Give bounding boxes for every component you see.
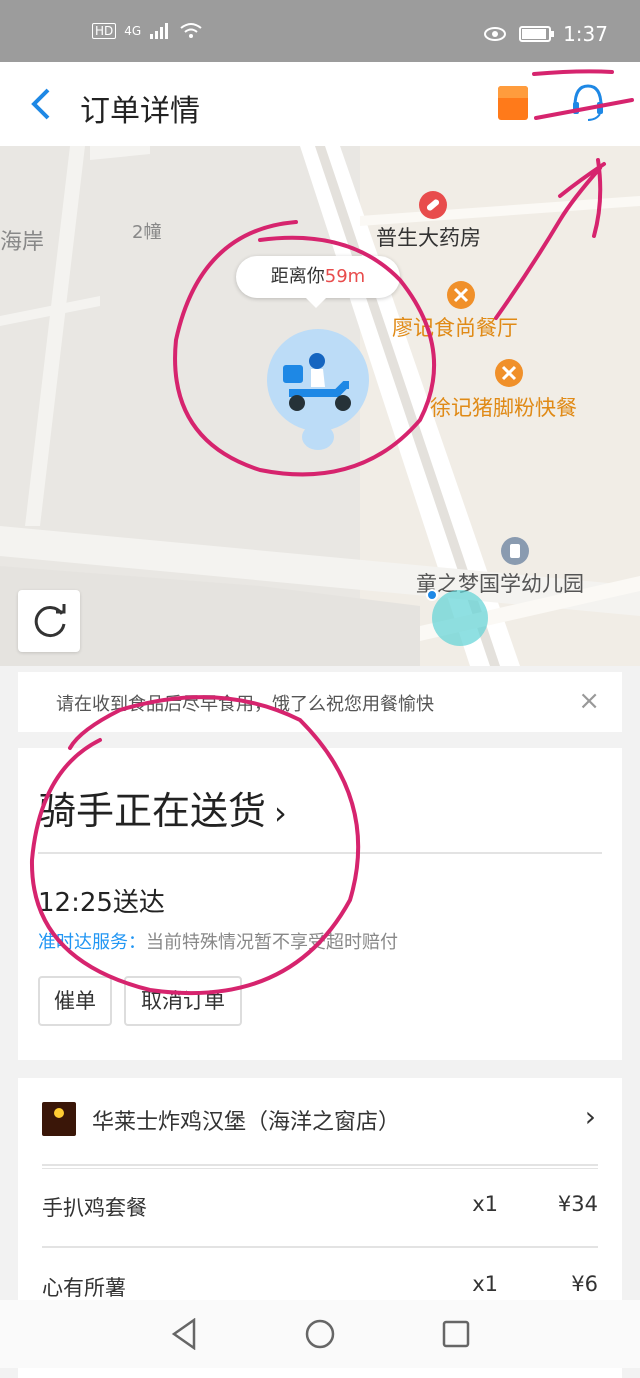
map-label-pharmacy: 普生大药房 [376, 226, 481, 250]
school-icon [501, 537, 529, 565]
item-price: ¥34 [557, 1192, 598, 1216]
clock: 1:37 [563, 22, 608, 46]
chevron-right-icon: › [274, 794, 287, 832]
back-key-icon[interactable] [170, 1318, 198, 1350]
map-label-restaurant-2: 徐记猪脚粉快餐 [430, 396, 577, 420]
item-qty: x1 [472, 1272, 498, 1296]
distance-prefix: 距离你 [270, 266, 325, 287]
ontime-service: 准时达服务：当前特殊情况暂不享受超时赔付 [38, 928, 398, 954]
divider [42, 1168, 598, 1169]
page-title: 订单详情 [80, 94, 200, 129]
notice-banner: 请在收到食品后尽早食用，饿了么祝您用餐愉快 × [18, 672, 622, 732]
divider [38, 852, 602, 854]
notice-text: 请在收到食品后尽早食用，饿了么祝您用餐愉快 [56, 694, 434, 715]
hd-indicator: HD [92, 23, 117, 39]
signal-icon [150, 23, 169, 39]
back-button[interactable] [26, 84, 56, 124]
refresh-button[interactable] [18, 590, 80, 652]
map-label-edge: 海岸 [0, 230, 45, 255]
delivery-status-link[interactable]: 骑手正在送货 › [38, 780, 287, 835]
shop-name: 华莱士炸鸡汉堡（海洋之窗店） [92, 1110, 401, 1135]
divider [42, 1164, 598, 1166]
order-item: 手扒鸡套餐 x1 ¥34 [42, 1192, 598, 1232]
distance-bubble: 距离你59m [236, 256, 400, 308]
system-nav-bar [0, 1300, 640, 1368]
network-type: 4G [124, 24, 142, 38]
red-packet-button[interactable] [498, 86, 528, 120]
eye-icon [484, 27, 507, 41]
item-qty: x1 [472, 1192, 498, 1216]
eta-text: 12:25送达 [38, 888, 165, 918]
urge-order-button[interactable]: 催单 [38, 976, 112, 1026]
destination-marker [432, 590, 488, 646]
refresh-icon [34, 604, 66, 638]
customer-service-button[interactable] [570, 82, 606, 122]
item-price: ¥6 [571, 1272, 598, 1296]
pharmacy-icon [419, 191, 447, 219]
wifi-icon [180, 23, 202, 38]
map-label-kindergarten: 童之梦国学幼儿园 [416, 572, 584, 596]
close-icon[interactable]: × [578, 686, 600, 716]
ontime-text: 当前特殊情况暂不享受超时赔付 [146, 932, 398, 953]
battery-icon [519, 26, 555, 42]
delivery-map[interactable]: 海岸 2幢 普生大药房 廖记食尚餐厅 徐记猪脚粉快餐 童之梦国学幼儿园 距离你5… [0, 146, 640, 666]
user-location-dot [426, 589, 438, 601]
rider-pointer [302, 424, 334, 450]
item-name: 手扒鸡套餐 [42, 1196, 147, 1220]
chevron-right-icon: › [584, 1100, 596, 1133]
status-bar: HD 4G 1:37 [0, 0, 640, 62]
divider [42, 1246, 598, 1248]
recents-key-icon[interactable] [442, 1320, 470, 1348]
scooter-icon [283, 353, 351, 411]
delivery-status-text: 骑手正在送货 [38, 789, 267, 833]
shop-logo [42, 1102, 76, 1136]
headset-icon [573, 84, 603, 121]
delivery-status-card: 骑手正在送货 › 12:25送达 准时达服务：当前特殊情况暂不享受超时赔付 催单 … [18, 748, 622, 1060]
shop-row[interactable]: 华莱士炸鸡汉堡（海洋之窗店） › [18, 1078, 622, 1158]
cancel-order-button[interactable]: 取消订单 [124, 976, 242, 1026]
restaurant-icon-2 [495, 359, 523, 387]
ontime-label: 准时达服务： [38, 932, 146, 953]
map-label-restaurant-1: 廖记食尚餐厅 [392, 316, 518, 340]
nav-bar: 订单详情 [0, 62, 640, 146]
item-name: 心有所薯 [42, 1276, 126, 1300]
chevron-left-icon [31, 88, 50, 120]
restaurant-icon [447, 281, 475, 309]
map-label-building: 2幢 [132, 222, 162, 243]
rider-marker[interactable] [267, 329, 369, 431]
home-key-icon[interactable] [304, 1318, 336, 1350]
distance-value: 59m [324, 266, 366, 287]
